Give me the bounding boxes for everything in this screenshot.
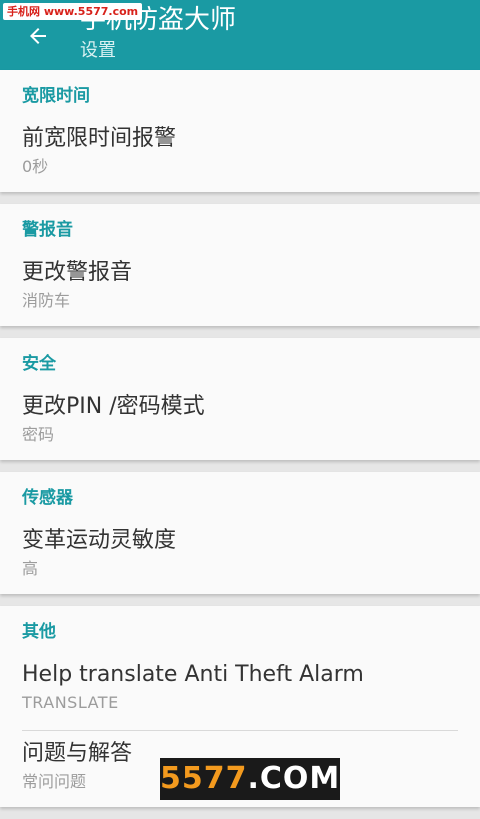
pref-change-pin-mode[interactable]: 更改PIN /密码模式 密码 [22, 390, 458, 460]
pref-title: 更改警报音 [22, 260, 133, 285]
app-subtitle: 设置 [80, 40, 116, 61]
section-grace-period: 宽限时间 前宽限时间报警 0秒 [0, 70, 480, 192]
pref-title: 更改PIN /密码模式 [22, 394, 205, 419]
pref-summary: 密码 [22, 425, 55, 444]
pref-title: 变革运动灵敏度 [22, 528, 177, 553]
arrow-left-icon [30, 28, 46, 44]
section-header: 安全 [22, 354, 56, 374]
watermark-top: 手机网 www.5577.com [3, 3, 143, 20]
pref-summary: 0秒 [22, 157, 49, 176]
pref-motion-sensitivity[interactable]: 变革运动灵敏度 高 [22, 524, 458, 594]
pref-summary: 高 [22, 559, 39, 578]
section-security: 安全 更改PIN /密码模式 密码 [0, 338, 480, 460]
back-button[interactable] [18, 16, 58, 56]
section-header: 其他 [22, 622, 56, 642]
pref-help-translate[interactable]: Help translate Anti Theft Alarm TRANSLAT… [22, 658, 458, 728]
pref-summary: 消防车 [22, 291, 71, 310]
section-header: 传感器 [22, 488, 73, 508]
section-header: 宽限时间 [22, 86, 90, 106]
settings-list: 宽限时间 前宽限时间报警 0秒 警报音 更改警报音 消防车 安全 更改PIN /… [0, 70, 480, 819]
pref-summary: TRANSLATE [22, 693, 119, 712]
watermark-rest: .COM [247, 761, 341, 796]
watermark-accent: 5577 [160, 761, 248, 796]
section-header: 警报音 [22, 220, 73, 240]
section-alarm-sound: 警报音 更改警报音 消防车 [0, 204, 480, 326]
divider [22, 730, 458, 731]
section-sensor: 传感器 变革运动灵敏度 高 [0, 472, 480, 594]
pref-title: Help translate Anti Theft Alarm [22, 662, 364, 687]
pref-title: 前宽限时间报警 [22, 126, 177, 151]
pref-change-alarm-sound[interactable]: 更改警报音 消防车 [22, 256, 458, 326]
watermark-bottom: 5577.COM [160, 758, 340, 800]
pref-grace-time-alarm[interactable]: 前宽限时间报警 0秒 [22, 122, 458, 192]
